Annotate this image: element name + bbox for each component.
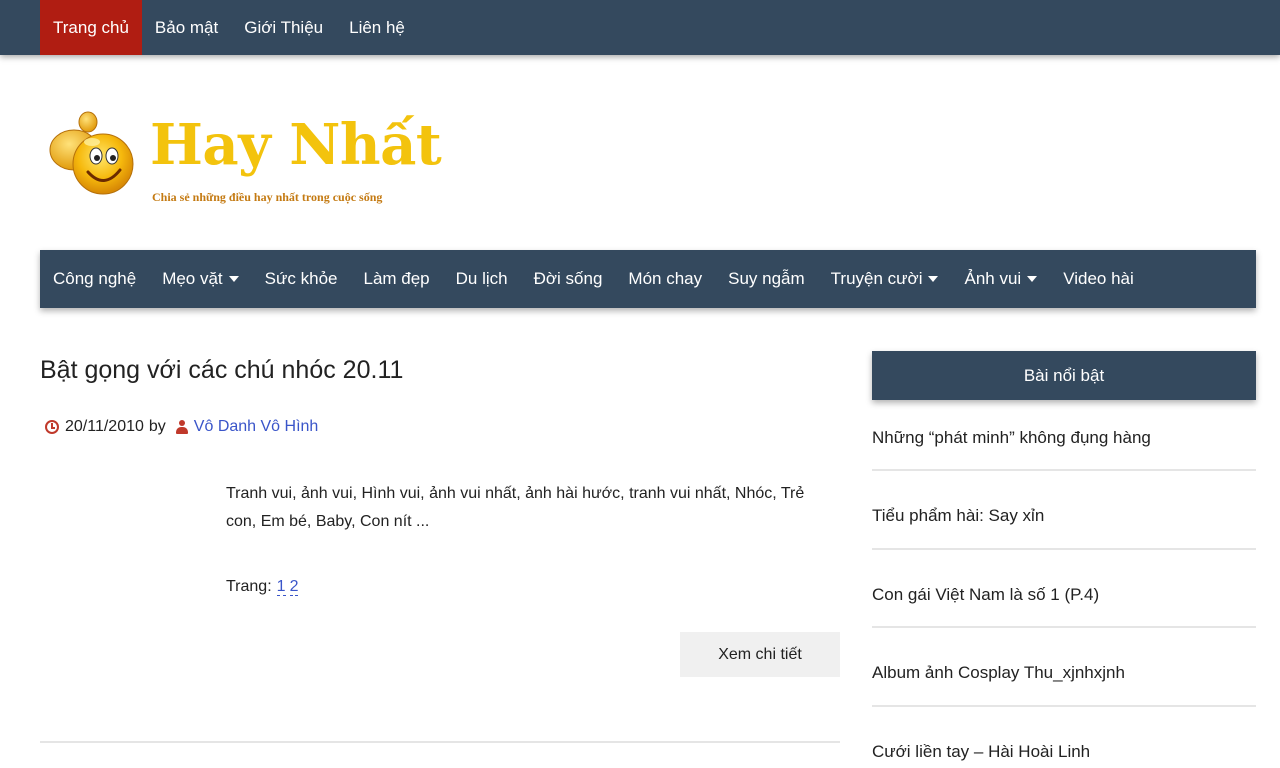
nav-item-label: Làm đẹp — [363, 269, 430, 288]
sidebar-post-link[interactable]: Con gái Việt Nam là số 1 (P.4) — [872, 575, 1256, 615]
logo-tagline: Chia sẻ những điều hay nhất trong cuộc s… — [152, 190, 383, 204]
nav-item-label: Suy ngẫm — [728, 269, 805, 288]
nav-item-label: Đời sống — [533, 269, 603, 288]
post-date: 20/11/2010 — [65, 418, 144, 435]
post-by-label: by — [148, 418, 166, 435]
caret-down-icon — [1027, 276, 1038, 282]
topnav-item-home[interactable]: Trang chủ — [40, 0, 142, 55]
nav-item-mon-chay[interactable]: Món chay — [615, 269, 715, 289]
post-divider — [40, 741, 840, 743]
read-more-button[interactable]: Xem chi tiết — [680, 632, 840, 677]
sidebar-post-link[interactable]: Những “phát minh” không đụng hàng — [872, 418, 1256, 458]
post-title[interactable]: Bật gọng với các chú nhóc 20.11 — [40, 356, 403, 385]
thumbs-up-smiley-icon — [49, 111, 134, 195]
page-link-2[interactable]: 2 — [289, 578, 299, 596]
clock-icon — [45, 420, 59, 434]
main-nav: Công nghệ Mẹo vặt Sức khỏe Làm đẹp Du lị… — [40, 250, 1256, 308]
top-bar: Trang chủ Bảo mật Giới Thiệu Liên hệ — [0, 0, 1280, 55]
nav-item-lam-dep[interactable]: Làm đẹp — [350, 269, 442, 289]
sidebar-heading: Bài nổi bật — [872, 351, 1256, 400]
pagination-label: Trang: — [226, 578, 272, 595]
nav-item-doi-song[interactable]: Đời sống — [521, 269, 616, 289]
logo-title: Hay Nhất — [150, 112, 442, 178]
topnav-item-security[interactable]: Bảo mật — [142, 0, 231, 55]
topnav-item-contact[interactable]: Liên hệ — [336, 0, 418, 55]
nav-item-label: Ảnh vui — [964, 269, 1022, 288]
page-link-1[interactable]: 1 — [276, 578, 286, 596]
sidebar-divider — [872, 548, 1256, 550]
topnav-item-about[interactable]: Giới Thiệu — [231, 0, 336, 55]
sidebar-post-link[interactable]: Cưới liền tay – Hài Hoài Linh — [872, 732, 1256, 768]
nav-item-du-lich[interactable]: Du lịch — [443, 269, 521, 289]
nav-item-suy-ngam[interactable]: Suy ngẫm — [715, 269, 818, 289]
sidebar-post-link[interactable]: Album ảnh Cosplay Thu_xjnhxjnh — [872, 653, 1256, 693]
post-pagination: Trang: 1 2 — [226, 578, 299, 596]
nav-item-label: Công nghệ — [53, 269, 137, 288]
caret-down-icon — [928, 276, 939, 282]
nav-item-meo-vat[interactable]: Mẹo vặt — [149, 269, 251, 289]
nav-item-truyen-cuoi[interactable]: Truyện cười — [818, 269, 952, 289]
nav-item-label: Món chay — [628, 269, 703, 288]
sidebar-divider — [872, 705, 1256, 707]
nav-item-label: Mẹo vặt — [162, 269, 223, 288]
sidebar-post-link[interactable]: Tiểu phẩm hài: Say xỉn — [872, 496, 1256, 536]
user-icon — [175, 420, 188, 434]
nav-item-anh-vui[interactable]: Ảnh vui — [951, 269, 1050, 289]
nav-item-suc-khoe[interactable]: Sức khỏe — [252, 269, 351, 289]
post-meta: 20/11/2010 by Vô Danh Vô Hình — [45, 418, 318, 436]
nav-item-label: Truyện cười — [830, 269, 923, 288]
site-logo[interactable]: Hay Nhất Chia sẻ những điều hay nhất tro… — [48, 108, 442, 218]
sidebar-divider — [872, 626, 1256, 628]
nav-item-cong-nghe[interactable]: Công nghệ — [40, 269, 149, 289]
nav-item-video-hai[interactable]: Video hài — [1050, 269, 1147, 289]
sidebar-divider — [872, 469, 1256, 471]
nav-item-label: Sức khỏe — [264, 269, 338, 288]
caret-down-icon — [228, 276, 239, 282]
post-author-link[interactable]: Vô Danh Vô Hình — [194, 418, 319, 436]
post-excerpt: Tranh vui, ảnh vui, Hình vui, ảnh vui nh… — [226, 485, 805, 530]
nav-item-label: Du lịch — [455, 269, 508, 288]
nav-item-label: Video hài — [1063, 269, 1134, 288]
top-nav: Trang chủ Bảo mật Giới Thiệu Liên hệ — [40, 0, 418, 55]
